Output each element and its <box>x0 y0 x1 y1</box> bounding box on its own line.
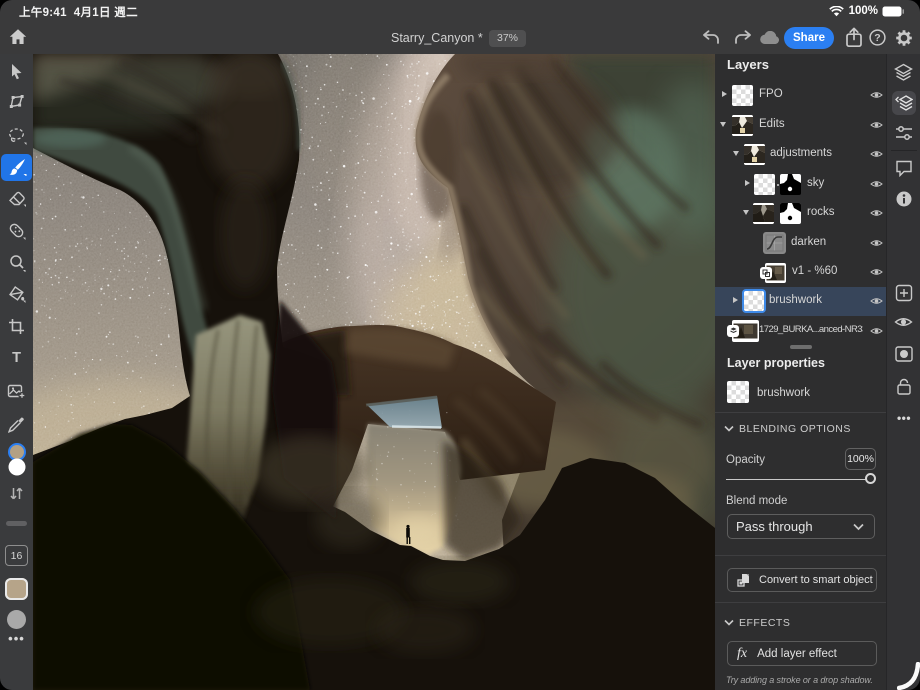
svg-text:?: ? <box>874 32 880 44</box>
